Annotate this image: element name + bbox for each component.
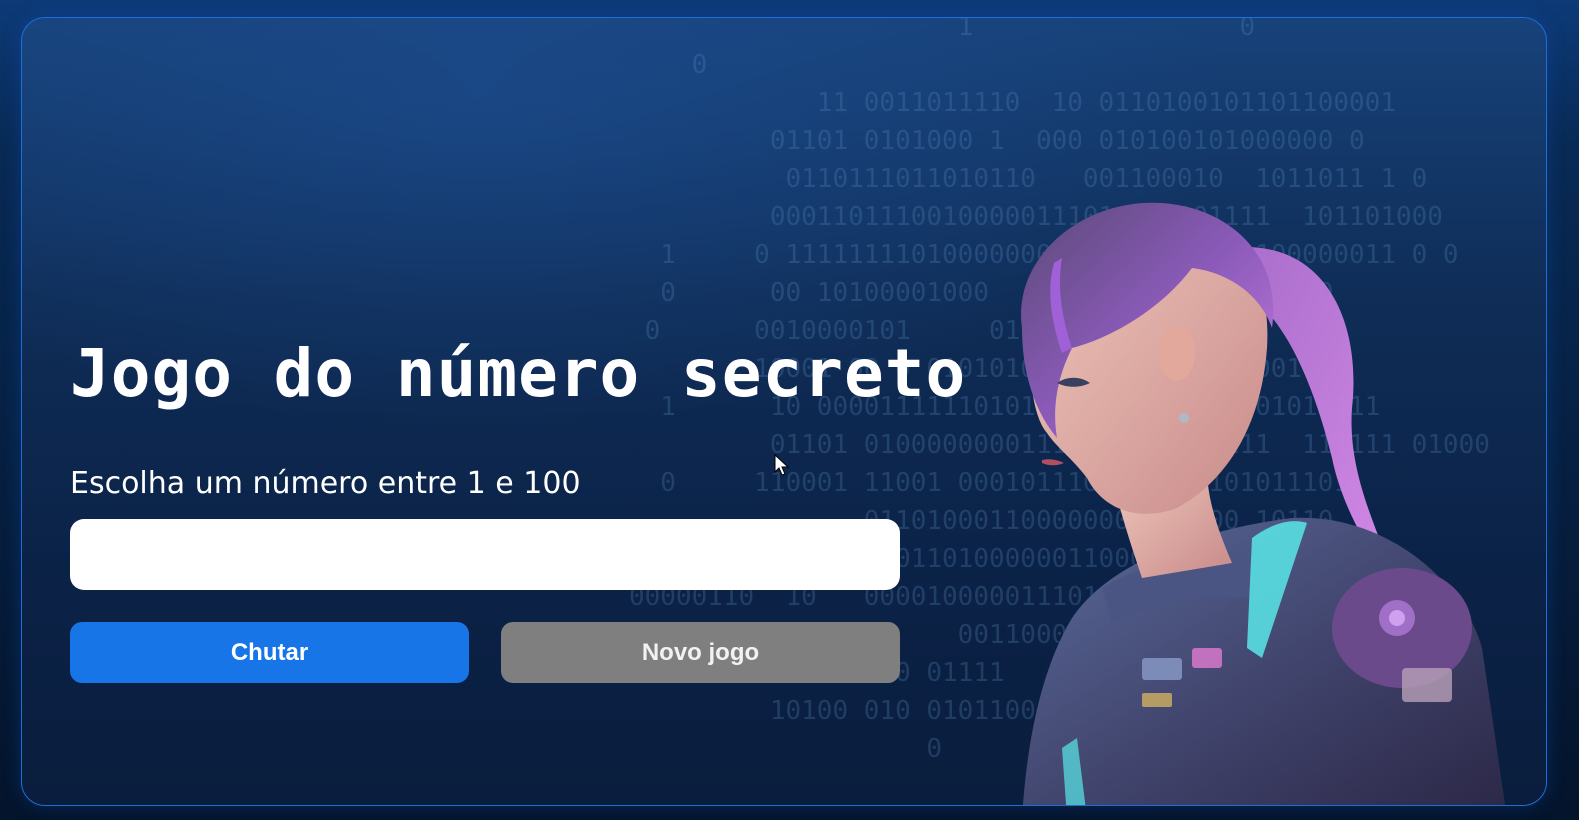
instruction-text: Escolha um número entre 1 e 100	[70, 466, 581, 501]
binary-row: 0	[582, 734, 943, 764]
guess-button[interactable]: Chutar	[70, 622, 469, 683]
binary-row: 01101 0101000 1 000 010100101000000 0	[582, 126, 1365, 156]
character-illustration	[1021, 202, 1506, 805]
mouse-pointer-icon	[774, 454, 790, 476]
binary-row: 11 0011011110 10 0110100101101100001	[582, 88, 1396, 118]
new-game-button[interactable]: Novo jogo	[501, 622, 900, 683]
page-title: Jogo do número secreto	[70, 335, 967, 412]
guess-input[interactable]	[70, 519, 900, 590]
game-container: 1 0 0 11 0011011110 10 01101001011011000…	[21, 17, 1547, 806]
binary-row: 0	[582, 50, 708, 80]
binary-row: 1 0	[582, 17, 1256, 42]
